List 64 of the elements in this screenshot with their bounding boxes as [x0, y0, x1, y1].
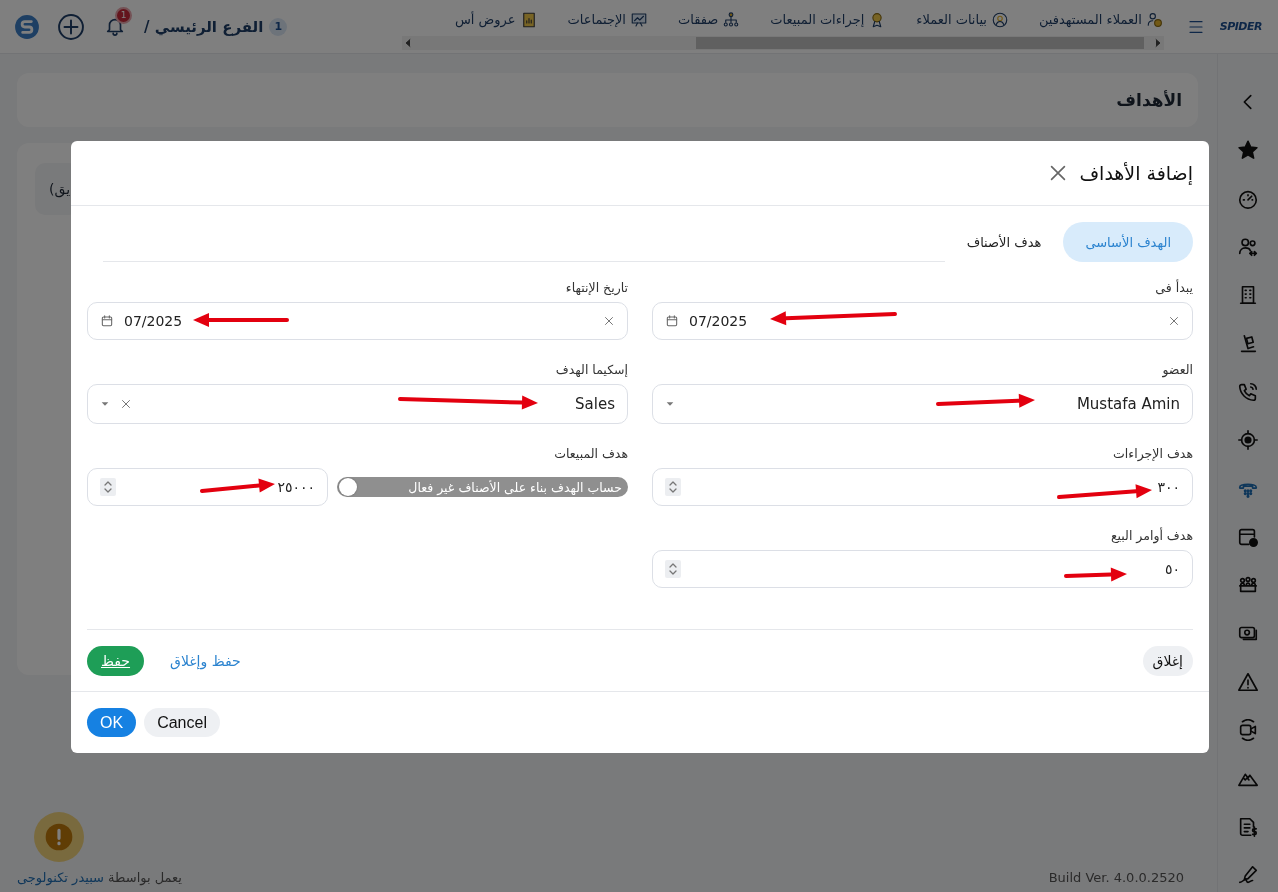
- cancel-button[interactable]: Cancel: [144, 708, 220, 737]
- number-field[interactable]: ٢٥٠٠٠: [87, 468, 328, 506]
- building-icon[interactable]: [1237, 284, 1259, 307]
- filter-text: يق): [49, 181, 71, 197]
- logo: SPIDER: [1219, 20, 1262, 33]
- crosshair-icon[interactable]: [1237, 429, 1259, 452]
- page-title: الأهداف: [1116, 90, 1182, 110]
- dialog-title: إضافة الأهداف: [1079, 162, 1193, 184]
- phone-icon[interactable]: [1237, 380, 1259, 403]
- invoice-icon[interactable]: [1237, 815, 1259, 838]
- spinner-icon[interactable]: [665, 560, 681, 578]
- nav-item[interactable]: بيانات العملاء: [916, 10, 1009, 29]
- field-label: هدف أوامر البيع: [1109, 528, 1193, 544]
- number-field[interactable]: ٥٠: [652, 550, 1193, 588]
- branch-name[interactable]: الفرع الرئيسي /: [144, 17, 264, 36]
- tab[interactable]: الهدف الأساسى: [1063, 222, 1193, 262]
- save-and-close-link[interactable]: حفظ وإغلاق: [164, 651, 247, 670]
- ok-button[interactable]: OK: [87, 708, 137, 737]
- powered-by-text: يعمل بواسطة سبيدر تكنولوجى: [17, 870, 182, 886]
- date-field[interactable]: 07/2025: [87, 302, 628, 340]
- select-field[interactable]: Sales: [87, 384, 628, 424]
- field-label: العضو: [1161, 362, 1193, 378]
- tab[interactable]: هدف الأصناف: [944, 222, 1064, 262]
- nav-item[interactable]: صفقات: [677, 10, 741, 29]
- app-logo-icon[interactable]: [14, 13, 40, 40]
- select-field[interactable]: Mustafa Amin: [652, 384, 1193, 424]
- org-chart-icon: [722, 10, 741, 29]
- nav-item[interactable]: إجراءات المبيعات: [770, 10, 887, 29]
- field-label: إسكيما الهدف: [554, 362, 628, 378]
- exclamation-icon: [43, 821, 75, 853]
- nav-item[interactable]: عروض أس: [455, 10, 538, 29]
- signature-icon[interactable]: [1237, 863, 1259, 886]
- calendar-icon: [665, 314, 679, 328]
- users-icon[interactable]: [1237, 236, 1259, 259]
- spinner-icon[interactable]: [665, 478, 681, 496]
- calendar-icon: [100, 314, 114, 328]
- spinner-icon[interactable]: [100, 478, 116, 496]
- branch-number: 1: [269, 17, 288, 36]
- user-coin-icon: [1145, 10, 1164, 29]
- clear-icon[interactable]: [120, 398, 132, 410]
- video-camera-icon[interactable]: [1237, 719, 1259, 741]
- notification-badge: 1: [115, 6, 132, 24]
- field-label: هدف المبيعات: [553, 446, 628, 462]
- date-field[interactable]: 07/2025: [652, 302, 1193, 340]
- field-label: يبدأ فى: [1154, 280, 1193, 296]
- presentation-board-icon: [629, 10, 648, 29]
- save-button[interactable]: حفظ: [87, 645, 145, 676]
- annotation-arrow: [1064, 567, 1127, 582]
- warning-icon[interactable]: [1237, 670, 1259, 693]
- clear-icon[interactable]: [603, 315, 615, 327]
- plus-icon[interactable]: [58, 13, 84, 40]
- field-label: تاريخ الإنتهاء: [564, 280, 628, 296]
- user-target-icon: [990, 10, 1009, 29]
- field-label: هدف الإجراءات: [1112, 446, 1193, 462]
- nav-item[interactable]: الإجتماعات: [567, 10, 648, 29]
- scrollbar[interactable]: [401, 35, 1164, 50]
- toggle-switch[interactable]: حساب الهدف بناء على الأصناف غير فعال: [337, 477, 628, 497]
- build-version: Build Ver. 4.0.0.2520: [1048, 870, 1184, 886]
- nav-item[interactable]: العملاء المستهدفين: [1038, 10, 1164, 29]
- company-link[interactable]: سبيدر تكنولوجى: [17, 870, 104, 886]
- star-icon[interactable]: [1237, 139, 1259, 162]
- clear-icon[interactable]: [1168, 315, 1180, 327]
- number-field[interactable]: ٣٠٠: [652, 468, 1193, 506]
- close-button[interactable]: إغلاق: [1142, 645, 1193, 676]
